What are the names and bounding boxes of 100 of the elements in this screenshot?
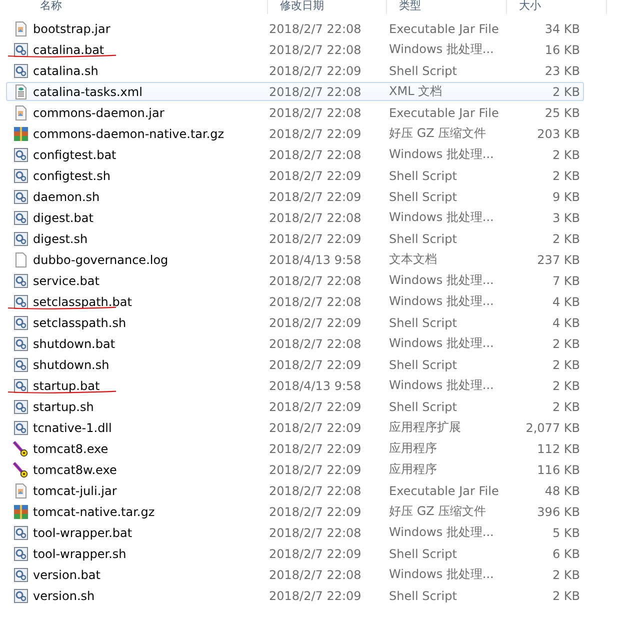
file-type: Windows 批处理...: [389, 566, 495, 583]
file-name: version.bat: [33, 568, 100, 582]
file-type: Executable Jar File: [389, 22, 500, 36]
file-size: 2 KB: [551, 378, 580, 392]
column-header[interactable]: 大小: [507, 0, 607, 14]
file-type: Windows 批处理...: [389, 41, 495, 58]
modified-date: 2018/2/7 22:08: [269, 42, 362, 56]
gear-document-icon: [13, 168, 29, 184]
archive-stack-icon: [13, 126, 29, 142]
file-name: commons-daemon-native.tar.gz: [33, 126, 224, 140]
file-row[interactable]: startup.sh 2018/2/7 22:09 Shell Script 2 KB: [6, 397, 584, 416]
file-type: 应用程序: [389, 440, 438, 457]
modified-date: 2018/2/7 22:09: [269, 358, 362, 372]
file-row[interactable]: tool-wrapper.bat 2018/2/7 22:08 Windows 批处理... 5 KB: [6, 523, 584, 542]
file-row[interactable]: service.bat 2018/2/7 22:08 Windows 批处理... 7 KB: [6, 271, 584, 290]
jar-file-icon: [13, 482, 29, 498]
file-type: Windows 批处理...: [389, 209, 495, 226]
modified-date: 2018/2/7 22:09: [269, 504, 362, 518]
file-size: 2 KB: [551, 168, 580, 182]
file-size: 2,077 KB: [524, 420, 580, 434]
file-row[interactable]: catalina.sh 2018/2/7 22:09 Shell Script 23 KB: [6, 61, 584, 80]
column-header[interactable]: 修改日期: [268, 0, 387, 14]
jar-file-icon: [13, 20, 29, 36]
file-row[interactable]: tomcat8.exe 2018/2/7 22:09 应用程序 112 KB: [6, 439, 584, 458]
modified-date: 2018/2/7 22:09: [269, 400, 362, 414]
gear-document-icon: [13, 588, 29, 604]
file-size: 5 KB: [551, 526, 580, 540]
file-row[interactable]: daemon.sh 2018/2/7 22:09 Shell Script 9 KB: [6, 187, 584, 206]
modified-date: 2018/2/7 22:08: [269, 106, 362, 120]
file-name: catalina.sh: [33, 64, 98, 78]
file-name: shutdown.sh: [33, 358, 110, 372]
file-type: Windows 批处理...: [389, 146, 495, 163]
file-name: commons-daemon.jar: [33, 106, 164, 120]
file-name: tomcat8.exe: [33, 442, 108, 456]
modified-date: 2018/2/7 22:08: [269, 274, 362, 288]
file-row[interactable]: configtest.sh 2018/2/7 22:09 Shell Script 2 KB: [6, 166, 584, 185]
file-type: Shell Script: [389, 588, 458, 602]
modified-date: 2018/2/7 22:08: [269, 568, 362, 582]
modified-date: 2018/2/7 22:09: [269, 190, 362, 204]
file-row[interactable]: catalina-tasks.xml 2018/2/7 22:08 XML 文档 2 KB: [6, 82, 584, 101]
gear-document-icon: [13, 62, 29, 78]
file-row[interactable]: dubbo-governance.log 2018/4/13 9:58 文本文档 237 KB: [6, 250, 584, 269]
file-type: Windows 批处理...: [389, 272, 495, 289]
file-name: bootstrap.jar: [33, 22, 110, 36]
file-row[interactable]: digest.bat 2018/2/7 22:08 Windows 批处理... 3 KB: [6, 208, 584, 227]
file-size: 237 KB: [536, 252, 580, 266]
column-header[interactable]: 名称: [0, 0, 268, 14]
file-type: Shell Script: [389, 546, 458, 560]
file-name: service.bat: [33, 274, 100, 288]
file-row[interactable]: tomcat8w.exe 2018/2/7 22:09 应用程序 116 KB: [6, 460, 584, 479]
file-row[interactable]: shutdown.sh 2018/2/7 22:09 Shell Script 2 KB: [6, 355, 584, 374]
file-row[interactable]: setclasspath.sh 2018/2/7 22:09 Shell Script 4 KB: [6, 313, 584, 332]
file-name: setclasspath.sh: [33, 316, 126, 330]
modified-date: 2018/2/7 22:08: [269, 210, 362, 224]
file-name: daemon.sh: [33, 190, 100, 204]
file-row[interactable]: startup.bat 2018/4/13 9:58 Windows 批处理... 2 KB: [6, 376, 584, 395]
file-type: Shell Script: [389, 168, 458, 182]
column-header[interactable]: 类型: [387, 0, 507, 14]
file-row[interactable]: commons-daemon-native.tar.gz 2018/2/7 22:09 好压 GZ 压缩文件 203 KB: [6, 124, 584, 143]
file-name: setclasspath.bat: [33, 294, 132, 308]
xml-document-icon: [13, 84, 29, 100]
file-size: 3 KB: [551, 210, 580, 224]
modified-date: 2018/2/7 22:09: [269, 546, 362, 560]
file-row[interactable]: digest.sh 2018/2/7 22:09 Shell Script 2 KB: [6, 229, 584, 248]
file-size: 2 KB: [551, 84, 580, 98]
file-type: Windows 批处理...: [389, 377, 495, 394]
file-row[interactable]: shutdown.bat 2018/2/7 22:08 Windows 批处理... 2 KB: [6, 334, 584, 353]
file-row[interactable]: bootstrap.jar 2018/2/7 22:08 Executable Jar File 34 KB: [6, 19, 584, 38]
modified-date: 2018/2/7 22:09: [269, 316, 362, 330]
file-row[interactable]: setclasspath.bat 2018/2/7 22:08 Windows 批处理... 4 KB: [6, 292, 584, 311]
file-row[interactable]: version.bat 2018/2/7 22:08 Windows 批处理... 2 KB: [6, 565, 584, 584]
file-size: 396 KB: [536, 504, 580, 518]
modified-date: 2018/4/13 9:58: [269, 252, 362, 266]
file-row[interactable]: tcnative-1.dll 2018/2/7 22:09 应用程序扩展 2,077 KB: [6, 418, 584, 437]
file-row[interactable]: tomcat-juli.jar 2018/2/7 22:08 Executable Jar File 48 KB: [6, 481, 584, 500]
modified-date: 2018/2/7 22:08: [269, 22, 362, 36]
gear-document-icon: [13, 420, 29, 436]
gear-document-icon: [13, 378, 29, 394]
modified-date: 2018/2/7 22:08: [269, 148, 362, 162]
file-size: 16 KB: [544, 42, 580, 56]
file-name: tomcat-native.tar.gz: [33, 504, 155, 518]
file-row[interactable]: tomcat-native.tar.gz 2018/2/7 22:09 好压 GZ 压缩文件 396 KB: [6, 502, 584, 521]
file-name: configtest.sh: [33, 168, 110, 182]
file-row[interactable]: version.sh 2018/2/7 22:09 Shell Script 2 KB: [6, 586, 584, 605]
file-name: startup.bat: [33, 378, 100, 392]
modified-date: 2018/2/7 22:09: [269, 64, 362, 78]
file-row[interactable]: configtest.bat 2018/2/7 22:08 Windows 批处理... 2 KB: [6, 145, 584, 164]
file-row[interactable]: commons-daemon.jar 2018/2/7 22:08 Executable Jar File 25 KB: [6, 103, 584, 122]
modified-date: 2018/2/7 22:08: [269, 294, 362, 308]
file-name: shutdown.bat: [33, 336, 116, 350]
file-name: tool-wrapper.sh: [33, 546, 126, 560]
gear-document-icon: [13, 210, 29, 226]
file-row[interactable]: tool-wrapper.sh 2018/2/7 22:09 Shell Script 6 KB: [6, 544, 584, 563]
modified-date: 2018/2/7 22:09: [269, 588, 362, 602]
file-name: tomcat-juli.jar: [33, 484, 117, 498]
file-name: tool-wrapper.bat: [33, 526, 132, 540]
file-name: configtest.bat: [33, 148, 116, 162]
file-size: 2 KB: [551, 336, 580, 350]
modified-date: 2018/2/7 22:09: [269, 420, 362, 434]
file-row[interactable]: catalina.bat 2018/2/7 22:08 Windows 批处理... 16 KB: [6, 40, 584, 59]
